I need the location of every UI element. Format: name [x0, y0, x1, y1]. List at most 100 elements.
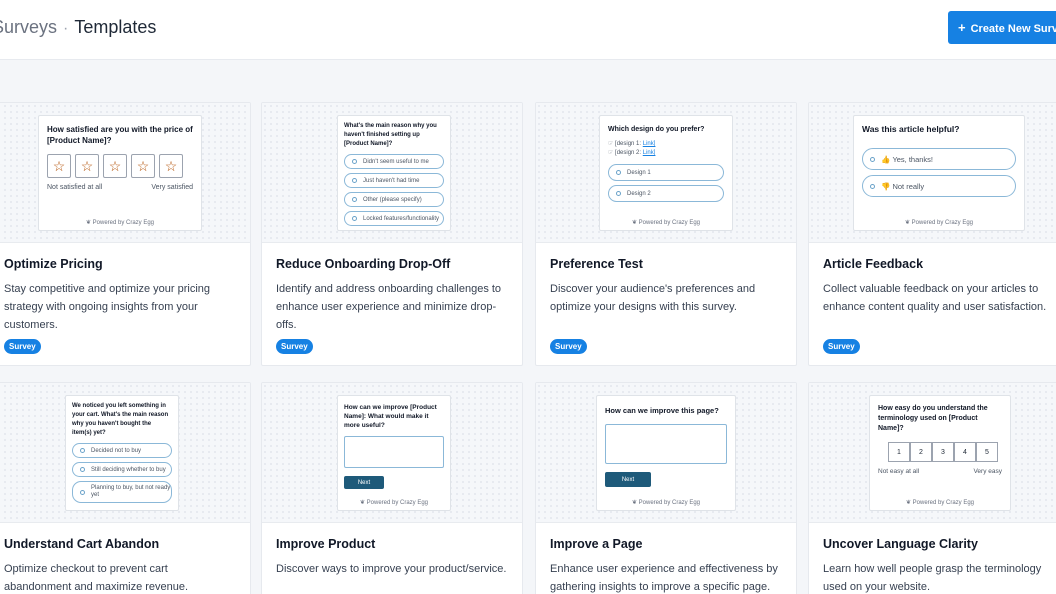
survey-preview-widget: How can we improve this page? Next ❦ Pow…: [596, 395, 736, 511]
option-label: Just haven't had time: [363, 177, 420, 184]
crazy-egg-icon: ❦: [85, 220, 93, 226]
scale-option: 1: [888, 442, 910, 462]
card-description: Optimize checkout to prevent cart abando…: [4, 563, 189, 593]
template-card-uncover-language-clarity[interactable]: How easy do you understand the terminolo…: [808, 382, 1056, 594]
preview-textarea: [605, 424, 727, 464]
template-card-improve-product[interactable]: How can we improve [Product Name]: What …: [261, 382, 523, 594]
template-card-improve-a-page[interactable]: How can we improve this page? Next ❦ Pow…: [535, 382, 797, 594]
option-label: Other (please specify): [363, 196, 422, 203]
option-label: Locked features/functionality: [363, 215, 440, 222]
template-card-preference-test[interactable]: Which design do you prefer? ☞ [design 1:…: [535, 102, 797, 366]
card-body: Article Feedback Collect valuable feedba…: [823, 257, 1056, 316]
design-2-label: [design 2:: [615, 150, 642, 156]
option-label: Design 1: [627, 169, 651, 176]
option-label: Yes, thanks!: [892, 154, 934, 164]
card-description: Enhance user experience and effectivenes…: [550, 563, 778, 593]
preview-question: Which design do you prefer?: [608, 126, 705, 133]
number-scale: 1 2 3 4 5: [888, 442, 1002, 462]
radio-icon: [870, 183, 875, 189]
crazy-egg-icon: ❦: [904, 220, 912, 226]
design-2-link: Link]: [642, 150, 656, 156]
option-label: Still deciding whether to buy: [91, 466, 166, 473]
template-card-optimize-pricing[interactable]: How satisfied are you with the price of …: [0, 102, 251, 366]
preview-option: Planning to buy, but not ready yet: [72, 481, 172, 503]
card-title: Uncover Language Clarity: [823, 537, 978, 551]
radio-icon: [80, 489, 85, 495]
preview-question: How can we improve [Product Name]: What …: [344, 404, 437, 429]
survey-preview-widget: What's the main reason why you haven't f…: [337, 115, 451, 231]
card-description: Discover your audience's preferences and…: [550, 283, 756, 313]
radio-icon: [616, 191, 621, 196]
powered-by-label: ❦ Powered by Crazy Egg: [854, 219, 1024, 226]
template-preview: How can we improve this page? Next ❦ Pow…: [536, 383, 796, 523]
template-preview: We noticed you left something in your ca…: [0, 383, 250, 523]
crazy-egg-icon: ❦: [631, 220, 639, 226]
preview-textarea: [344, 436, 444, 468]
option-label: Design 2: [627, 190, 651, 197]
card-body: Improve a Page Enhance user experience a…: [550, 537, 784, 594]
preview-option: Design 2: [608, 185, 724, 202]
preview-option: Just haven't had time: [344, 173, 444, 188]
card-description: Learn how well people grasp the terminol…: [823, 563, 1042, 593]
preview-question: How can we improve this page?: [605, 406, 719, 415]
radio-icon: [80, 467, 85, 472]
option-label: Not really: [892, 181, 925, 191]
thumbs-up-icon: 👍: [881, 154, 893, 164]
plus-icon: +: [958, 20, 966, 35]
powered-by-label: ❦ Powered by Crazy Egg: [597, 499, 735, 506]
breadcrumb-separator: ·: [63, 20, 69, 37]
survey-badge: Survey: [550, 339, 587, 354]
powered-by-text: Powered by Crazy Egg: [911, 220, 974, 226]
scale-option: 5: [976, 442, 998, 462]
template-preview: How easy do you understand the terminolo…: [809, 383, 1056, 523]
star-icon: ☆: [47, 154, 71, 178]
option-label: Decided not to buy: [91, 447, 142, 454]
hand-pointer-icon: ☞: [608, 150, 616, 156]
star-icon: ☆: [131, 154, 155, 178]
design-2-row: ☞ [design 2: Link]: [608, 149, 724, 156]
scale-high-label: Very easy: [973, 468, 1002, 475]
card-body: Uncover Language Clarity Learn how well …: [823, 537, 1056, 594]
create-new-survey-label: Create New Survey: [970, 23, 1056, 35]
card-body: Reduce Onboarding Drop-Off Identify and …: [276, 257, 510, 334]
scale-high-label: Very satisfied: [151, 184, 193, 191]
create-new-survey-button[interactable]: + Create New Survey: [948, 11, 1056, 44]
card-description: Stay competitive and optimize your prici…: [4, 283, 211, 331]
breadcrumb-surveys-link[interactable]: Surveys: [0, 17, 57, 38]
thumbs-down-icon: 👎: [881, 181, 893, 191]
page-title: Templates: [74, 17, 157, 37]
template-card-article-feedback[interactable]: Was this article helpful? 👍 Yes, thanks!…: [808, 102, 1056, 366]
crazy-egg-icon: ❦: [359, 500, 367, 506]
crazy-egg-icon: ❦: [631, 500, 639, 506]
star-rating: ☆ ☆ ☆ ☆ ☆: [47, 154, 193, 178]
radio-icon: [870, 156, 875, 162]
survey-preview-widget: How easy do you understand the terminolo…: [869, 395, 1011, 511]
preview-option: Decided not to buy: [72, 443, 172, 458]
preview-option: Locked features/functionality: [344, 211, 444, 226]
radio-icon: [352, 178, 357, 183]
preview-option: Didn't seem useful to me: [344, 154, 444, 169]
design-1-link: Link]: [642, 141, 656, 147]
crazy-egg-icon: ❦: [905, 500, 913, 506]
powered-by-text: Powered by Crazy Egg: [92, 220, 155, 226]
card-title: Article Feedback: [823, 257, 924, 271]
template-card-reduce-onboarding-drop-off[interactable]: What's the main reason why you haven't f…: [261, 102, 523, 366]
radio-icon: [80, 448, 85, 453]
radio-icon: [352, 197, 357, 202]
radio-icon: [352, 159, 357, 164]
card-body: Preference Test Discover your audience's…: [550, 257, 784, 316]
template-card-understand-cart-abandon[interactable]: We noticed you left something in your ca…: [0, 382, 251, 594]
preview-question: How easy do you understand the terminolo…: [878, 405, 988, 432]
preview-question: Was this article helpful?: [862, 124, 960, 134]
design-1-label: [design 1:: [615, 141, 642, 147]
preview-question: What's the main reason why you haven't f…: [344, 123, 437, 147]
card-title: Understand Cart Abandon: [4, 537, 160, 551]
powered-by-label: ❦ Powered by Crazy Egg: [870, 499, 1010, 506]
design-1-row: ☞ [design 1: Link]: [608, 140, 724, 147]
scale-option: 3: [932, 442, 954, 462]
template-preview: Which design do you prefer? ☞ [design 1:…: [536, 103, 796, 243]
card-description: Discover ways to improve your product/se…: [276, 563, 507, 575]
scale-option: 4: [954, 442, 976, 462]
powered-by-text: Powered by Crazy Egg: [638, 220, 701, 226]
hand-pointer-icon: ☞: [608, 141, 616, 147]
